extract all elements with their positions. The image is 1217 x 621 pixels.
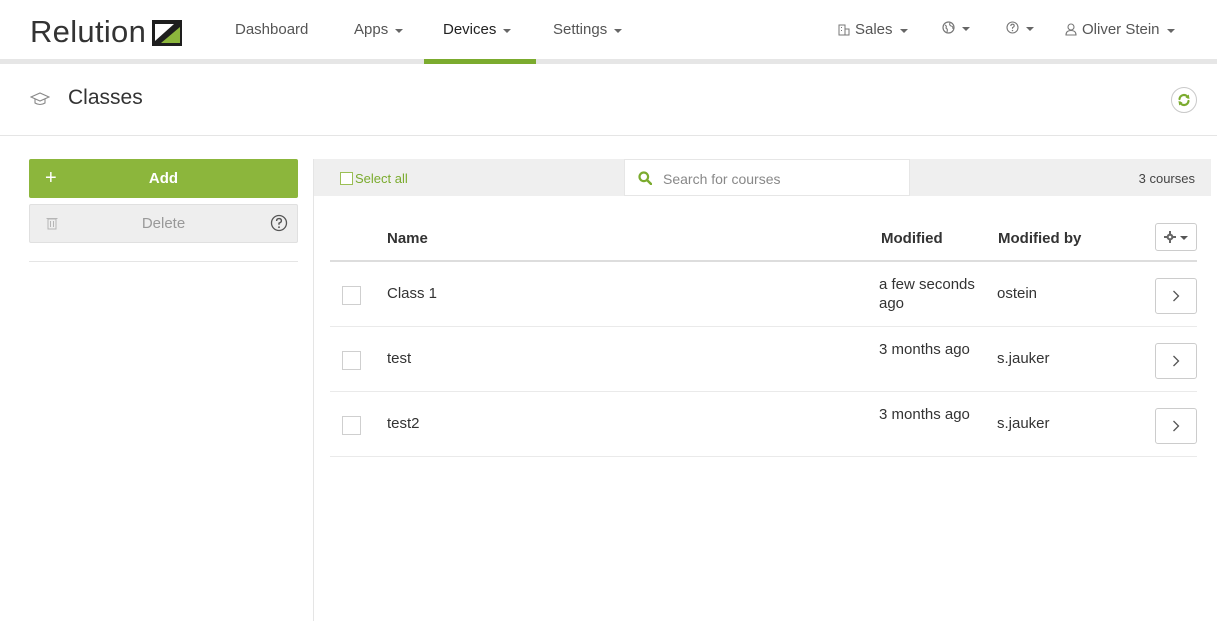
row-modified-by: s.jauker: [997, 350, 1050, 367]
chevron-down-icon: [503, 28, 512, 33]
chevron-right-icon: [1173, 420, 1180, 432]
refresh-icon: [1178, 93, 1190, 107]
nav-devices-label: Devices: [443, 21, 497, 38]
nav-organization-label: Sales: [855, 21, 893, 38]
graduation-cap-icon: [30, 92, 50, 106]
nav-devices[interactable]: Devices: [443, 21, 512, 38]
chevron-down-icon: [1180, 236, 1188, 240]
row-modified-by: ostein: [997, 285, 1038, 302]
row-modified: a few seconds ago: [879, 276, 975, 312]
table-row[interactable]: test2 3 months ago s.jauker: [330, 392, 1197, 457]
row-modified: 3 months ago: [879, 341, 970, 358]
checkbox-icon: [340, 172, 353, 185]
column-header-modified[interactable]: Modified: [881, 230, 943, 247]
nav-help[interactable]: [1006, 21, 1034, 34]
chevron-down-icon: [1166, 28, 1175, 33]
row-name: Class 1: [387, 285, 438, 302]
globe-icon: [942, 21, 955, 34]
nav-user-label: Oliver Stein: [1082, 21, 1160, 38]
page-title: Classes: [68, 86, 143, 109]
row-name: test2: [387, 415, 420, 432]
chevron-down-icon: [614, 28, 623, 33]
row-checkbox[interactable]: [342, 416, 361, 435]
nav-organization[interactable]: Sales: [838, 21, 908, 38]
row-open-button[interactable]: [1155, 408, 1197, 444]
nav-dashboard[interactable]: Dashboard: [235, 21, 308, 38]
add-button[interactable]: + Add: [29, 159, 298, 198]
chevron-right-icon: [1173, 355, 1180, 367]
column-header-name[interactable]: Name: [387, 230, 428, 247]
row-checkbox[interactable]: [342, 351, 361, 370]
search-placeholder: Search for courses: [663, 171, 781, 187]
nav-apps-label: Apps: [354, 21, 389, 38]
search-icon: [638, 171, 652, 185]
row-open-button[interactable]: [1155, 278, 1197, 314]
delete-button-label: Delete: [141, 215, 186, 232]
brand-logo[interactable]: Relution: [30, 14, 183, 50]
help-icon: [1006, 21, 1019, 34]
nav-settings[interactable]: Settings: [553, 21, 623, 38]
row-modified: 3 months ago: [879, 406, 970, 423]
column-settings-button[interactable]: [1155, 223, 1197, 251]
delete-button[interactable]: Delete: [29, 204, 298, 243]
column-header-modified-by[interactable]: Modified by: [998, 230, 1081, 247]
page-header: [0, 64, 1217, 136]
plus-icon: +: [45, 167, 57, 189]
chevron-down-icon: [395, 28, 404, 33]
row-modified-by: s.jauker: [997, 415, 1050, 432]
table-row[interactable]: test 3 months ago s.jauker: [330, 327, 1197, 392]
help-icon[interactable]: [270, 214, 288, 232]
chevron-down-icon: [899, 28, 908, 33]
top-navbar: Relution Dashboard Apps Devices Settings…: [0, 0, 1217, 64]
row-name: test: [387, 350, 412, 367]
brand-name: Relution: [30, 14, 147, 49]
building-icon: [838, 24, 850, 35]
refresh-button[interactable]: [1171, 87, 1197, 113]
user-icon: [1065, 23, 1077, 36]
table-row[interactable]: Class 1 a few seconds ago ostein: [330, 262, 1197, 327]
logo-mark-icon: [152, 20, 183, 46]
search-input[interactable]: Search for courses: [624, 159, 910, 196]
nav-user-menu[interactable]: Oliver Stein: [1065, 21, 1175, 38]
chevron-down-icon: [962, 26, 970, 31]
select-all-checkbox[interactable]: Select all: [340, 171, 408, 186]
row-open-button[interactable]: [1155, 343, 1197, 379]
course-count: 3 courses: [1138, 171, 1195, 186]
chevron-right-icon: [1173, 290, 1180, 302]
nav-settings-label: Settings: [553, 21, 608, 38]
left-panel-divider: [29, 261, 298, 262]
nav-dashboard-label: Dashboard: [235, 21, 309, 38]
chevron-down-icon: [1026, 26, 1034, 31]
column-divider: [313, 159, 314, 621]
add-button-label: Add: [148, 170, 179, 187]
nav-apps[interactable]: Apps: [354, 21, 404, 38]
nav-language[interactable]: [942, 21, 970, 34]
row-checkbox[interactable]: [342, 286, 361, 305]
gear-icon: [1164, 231, 1176, 243]
select-all-label: Select all: [355, 171, 408, 186]
